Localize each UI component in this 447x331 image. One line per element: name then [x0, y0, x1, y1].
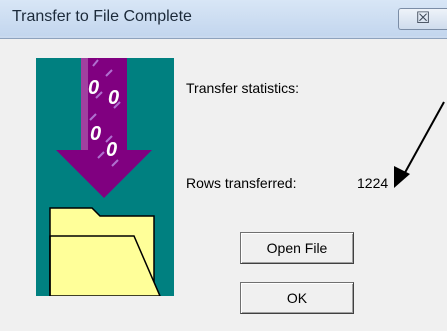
open-file-button[interactable]: Open File — [240, 232, 354, 264]
digit-glyph: 0 — [88, 77, 99, 99]
folder-icon — [49, 207, 161, 296]
transfer-illustration: 0 0 0 0 — [36, 58, 174, 296]
rows-transferred-label: Rows transferred: — [186, 175, 297, 191]
close-button[interactable]: ☒ — [398, 8, 447, 30]
title-bar[interactable]: Transfer to File Complete ☒ — [0, 0, 447, 36]
close-icon: ☒ — [415, 10, 431, 27]
dialog-window: Transfer to File Complete ☒ 0 0 0 0 Tran… — [0, 0, 447, 331]
pointer-arrow-icon — [394, 101, 445, 188]
window-title: Transfer to File Complete — [12, 8, 192, 25]
digit-glyph: 0 — [108, 87, 119, 109]
stats-heading: Transfer statistics: — [186, 80, 300, 96]
ok-button[interactable]: OK — [240, 282, 354, 314]
digit-glyph: 0 — [106, 139, 117, 161]
digit-glyph: 0 — [90, 123, 101, 145]
